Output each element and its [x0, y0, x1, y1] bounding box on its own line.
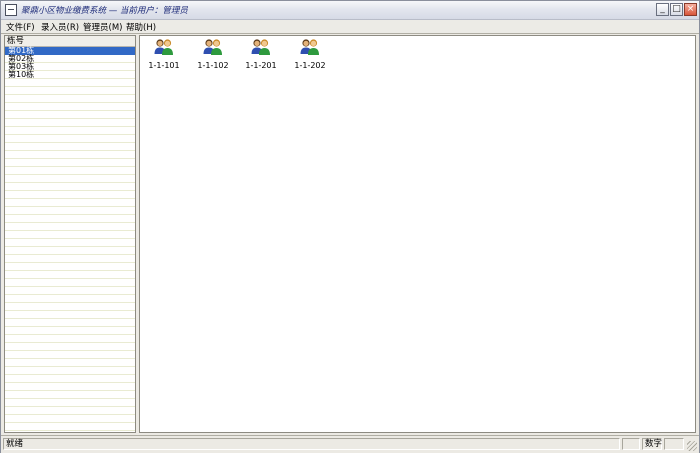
room-item[interactable]: 1-1-101	[142, 36, 186, 70]
menu-clerk[interactable]: 录入员(R)	[41, 21, 79, 33]
room-label: 1-1-202	[294, 61, 326, 70]
title-bar[interactable]: 聚鼎小区物业缴费系统 — 当前用户：管理员 _ □ ×	[1, 1, 699, 20]
room-icon-view: 1-1-101 1-1-102 1-1-201 1-1-202	[139, 35, 696, 433]
window-title: 聚鼎小区物业缴费系统 — 当前用户：管理员	[21, 6, 188, 16]
building-list[interactable]: 栋号 第01栋 第02栋 第03栋 第10栋	[4, 35, 136, 433]
status-text: 就绪	[3, 438, 620, 450]
room-label: 1-1-102	[197, 61, 229, 70]
building-item-10[interactable]: 第10栋	[5, 71, 135, 79]
menu-file[interactable]: 文件(F)	[6, 21, 35, 33]
maximize-button[interactable]: □	[670, 3, 683, 16]
room-item[interactable]: 1-1-201	[239, 36, 283, 70]
status-pane-scroll	[664, 438, 684, 450]
app-window: 聚鼎小区物业缴费系统 — 当前用户：管理员 _ □ × 文件(F) 录入员(R)…	[0, 0, 700, 453]
users-icon	[202, 38, 224, 56]
menu-divider	[1, 33, 699, 34]
resize-grip[interactable]	[687, 441, 697, 451]
users-icon	[299, 38, 321, 56]
status-bar: 就绪 数字	[1, 435, 699, 453]
status-pane-empty	[622, 438, 640, 450]
users-icon	[250, 38, 272, 56]
numlock-indicator: 数字	[642, 438, 662, 450]
minimize-button[interactable]: _	[656, 3, 669, 16]
menu-admin[interactable]: 管理员(M)	[83, 21, 122, 33]
menu-help[interactable]: 帮助(H)	[126, 21, 156, 33]
room-item[interactable]: 1-1-202	[288, 36, 332, 70]
room-item[interactable]: 1-1-102	[191, 36, 235, 70]
users-icon	[153, 38, 175, 56]
app-icon[interactable]	[5, 4, 17, 16]
room-label: 1-1-201	[245, 61, 277, 70]
menu-bar: 文件(F) 录入员(R) 管理员(M) 帮助(H)	[1, 20, 699, 33]
room-label: 1-1-101	[148, 61, 180, 70]
building-rows: 第01栋 第02栋 第03栋 第10栋	[5, 47, 135, 432]
close-button[interactable]: ×	[684, 3, 697, 16]
